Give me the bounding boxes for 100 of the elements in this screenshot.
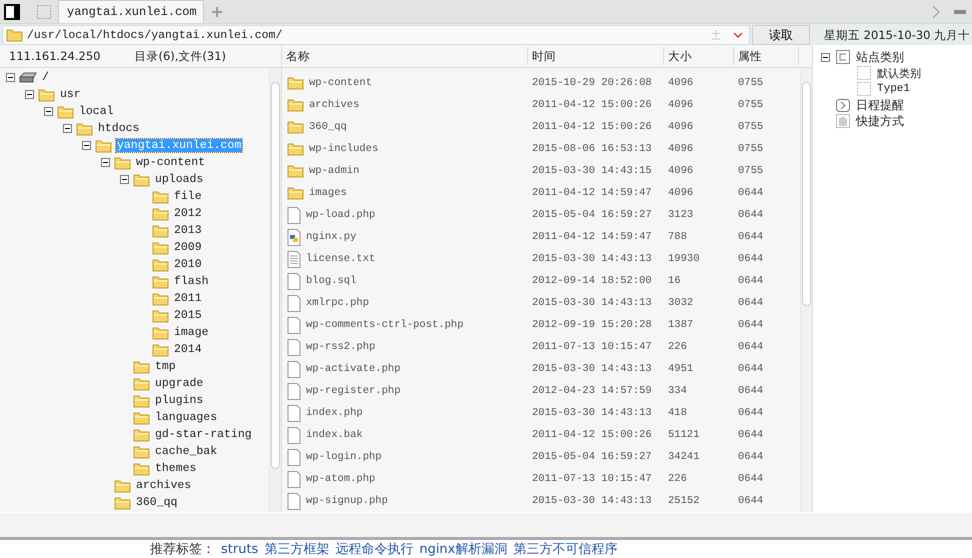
file-name[interactable]: wp-comments-ctrl-post.php [306,319,464,331]
collapse-icon[interactable] [44,107,53,116]
folder-icon [57,104,74,118]
column-header[interactable]: 大小 [664,47,734,65]
folder-icon [133,428,150,442]
time-cell-text: 2012-09-19 15:20:28 [531,319,653,331]
file-icon [287,272,301,290]
file-name[interactable]: wp-activate.php [306,363,401,375]
file-name[interactable]: wp-admin [309,165,360,177]
file-name[interactable]: wp-includes [309,143,378,155]
minimize-icon[interactable] [954,10,966,14]
mode-cell-text: 0644 [737,319,764,331]
tree-item[interactable]: file [173,190,203,203]
tree-item[interactable]: upgrade [154,377,204,390]
size-cell-text: 34241 [667,451,701,463]
category-icon [836,50,850,64]
tag-link[interactable]: 第三方框架 [264,540,330,558]
collapse-icon[interactable] [82,141,91,150]
time-cell-text: 2011-07-13 10:15:47 [531,341,653,353]
tree-item[interactable]: local [78,105,115,118]
file-name[interactable]: wp-login.php [306,451,382,463]
tree-item[interactable]: image [173,326,210,339]
tree-item[interactable]: gd-star-rating [154,428,253,441]
tree-item[interactable]: / [41,71,50,84]
size-cell-text: 4096 [667,77,694,89]
tree-item[interactable]: flash [173,275,210,288]
file-name[interactable]: nginx.py [306,231,356,243]
tree-item[interactable]: 日程提醒 [856,96,904,114]
read-button[interactable]: 读取 [752,25,810,45]
mode-cell-text: 0644 [737,429,764,441]
column-header[interactable]: 名称 [282,47,528,65]
file-icon [287,294,301,312]
tree-item[interactable]: wp-content [135,156,206,169]
tree-item[interactable]: 站点类别 [856,48,904,66]
folder-icon [287,98,304,112]
collapse-icon[interactable] [6,73,15,82]
address-field[interactable]: /usr/local/htdocs/yangtai.xunlei.com/ [2,25,750,45]
file-name[interactable]: wp-signup.php [306,495,388,507]
tree-item[interactable]: uploads [154,173,204,186]
size-cell-text: 788 [667,231,688,243]
tag-link[interactable]: 第三方不可信程序 [513,540,618,558]
tab[interactable]: yangtai.xunlei.com [58,0,204,23]
column-header[interactable]: 属性 [734,47,799,65]
folder-icon [287,76,304,90]
tree-item[interactable]: 2014 [173,343,203,356]
tree-item[interactable]: 2011 [173,292,203,305]
tree-item[interactable]: 360_qq [135,496,178,509]
tree-item[interactable]: languages [154,411,218,424]
collapse-icon[interactable] [821,52,830,62]
time-cell-text: 2015-05-04 16:59:27 [531,451,653,463]
tree-item[interactable]: 2015 [173,309,203,322]
folder-icon [287,186,304,200]
tree-item[interactable]: 2009 [173,241,203,254]
collapse-icon[interactable] [101,158,110,167]
time-cell-text: 2011-04-12 14:59:47 [531,187,653,199]
tree-item[interactable]: Type1 [877,83,910,95]
tree-item[interactable]: 2010 [173,258,203,271]
collapse-icon[interactable] [120,175,129,184]
drive-icon [19,72,37,84]
dropdown-icon[interactable] [733,32,743,38]
folder-icon [152,190,169,204]
tree-item[interactable]: 2013 [173,224,203,237]
tag-link[interactable]: 远程命令执行 [335,540,414,558]
tree-item[interactable]: plugins [154,394,204,407]
file-name[interactable]: wp-rss2.php [306,341,376,353]
size-cell-text: 3032 [667,297,694,309]
column-header[interactable]: 时间 [528,47,664,65]
file-name[interactable]: images [309,187,347,199]
file-name[interactable]: wp-content [309,77,372,89]
file-name[interactable]: wp-register.php [306,385,401,397]
folder-icon [133,394,150,408]
file-name[interactable]: license.txt [306,253,376,265]
file-name[interactable]: archives [309,99,360,111]
tag-link[interactable]: struts [221,542,258,556]
scrollbar[interactable] [269,68,281,512]
file-name[interactable]: wp-load.php [306,209,376,221]
file-name[interactable]: index.php [306,407,363,419]
tree-item[interactable]: tmp [154,360,177,373]
file-name[interactable]: index.bak [306,429,363,441]
file-name[interactable]: wp-atom.php [306,473,376,485]
size-cell-text: 4096 [667,99,694,111]
tree-item[interactable]: usr [59,88,82,101]
file-name[interactable]: xmlrpc.php [306,297,370,309]
tree-item[interactable]: archives [135,479,192,492]
time-cell-text: 2015-03-30 14:43:13 [531,363,653,375]
collapse-icon[interactable] [25,90,34,99]
tree-item[interactable]: 快捷方式 [856,112,904,130]
tree-item[interactable]: htdocs [97,122,140,135]
tree-item[interactable]: cache_bak [154,445,218,458]
folder-icon [133,444,150,458]
tag-link[interactable]: nginx解析漏洞 [419,540,508,558]
collapse-icon[interactable] [63,124,72,133]
tree-item[interactable]: 默认类别 [877,66,921,80]
scrollbar[interactable] [800,68,812,512]
time-cell-text: 2015-05-04 16:59:27 [531,209,653,221]
panel-icon[interactable] [4,4,20,20]
file-name[interactable]: blog.sql [306,275,356,287]
tree-item[interactable]: 2012 [173,207,203,220]
tree-item[interactable]: themes [154,462,198,475]
file-name[interactable]: 360_qq [309,121,347,133]
